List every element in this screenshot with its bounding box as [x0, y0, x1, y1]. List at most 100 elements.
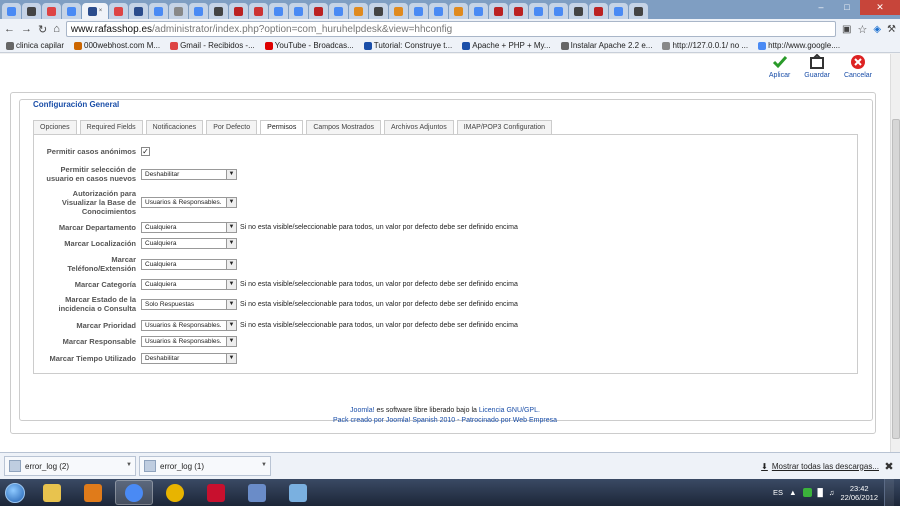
- browser-tab[interactable]: [549, 3, 568, 19]
- browser-tab[interactable]: [249, 3, 268, 19]
- bookmark-item[interactable]: YouTube - Broadcas...: [264, 41, 354, 50]
- browser-tab[interactable]: [209, 3, 228, 19]
- browser-tab[interactable]: [569, 3, 588, 19]
- browser-tab[interactable]: [109, 3, 128, 19]
- anonymous-cases-checkbox[interactable]: ✓: [141, 147, 150, 156]
- cancelar-button[interactable]: Cancelar: [844, 54, 872, 79]
- aplicar-button[interactable]: Aplicar: [769, 54, 790, 79]
- browser-tab[interactable]: [489, 3, 508, 19]
- tab-archivos-adjuntos[interactable]: Archivos Adjuntos: [384, 120, 454, 134]
- browser-tab[interactable]: [609, 3, 628, 19]
- browser-tab[interactable]: [349, 3, 368, 19]
- taskbar-app[interactable]: [74, 480, 112, 505]
- browser-tab[interactable]: [169, 3, 188, 19]
- bookmark-item[interactable]: Tutorial: Construye t...: [363, 41, 452, 50]
- browser-tab[interactable]: [629, 3, 648, 19]
- forward-icon[interactable]: →: [21, 23, 32, 35]
- clock[interactable]: 23:42 22/06/2012: [840, 484, 878, 502]
- minimize-icon[interactable]: –: [808, 0, 834, 15]
- browser-tab[interactable]: [229, 3, 248, 19]
- start-button[interactable]: [0, 479, 30, 506]
- browser-tab[interactable]: [589, 3, 608, 19]
- browser-tab[interactable]: ×: [82, 3, 108, 19]
- bookmark-item[interactable]: Apache + PHP + My...: [462, 41, 551, 50]
- browser-tab[interactable]: [409, 3, 428, 19]
- tab-campos-mostrados[interactable]: Campos Mostrados: [306, 120, 382, 134]
- browser-tab[interactable]: [509, 3, 528, 19]
- close-downloads-icon[interactable]: ✖: [882, 460, 896, 473]
- field-select[interactable]: Deshabilitar ▼: [141, 168, 237, 180]
- browser-tab[interactable]: [269, 3, 288, 19]
- volume-icon[interactable]: ♫: [829, 488, 835, 497]
- field-select[interactable]: Deshabilitar ▼: [141, 353, 237, 364]
- browser-tab[interactable]: [129, 3, 148, 19]
- tab-imap-pop3-configuration[interactable]: IMAP/POP3 Configuration: [456, 120, 553, 134]
- browser-tab[interactable]: [449, 3, 468, 19]
- tab-por-defecto[interactable]: Por Defecto: [206, 120, 258, 134]
- bookmark-item[interactable]: http://www.google....: [758, 41, 840, 50]
- tab-opciones[interactable]: Opciones: [33, 120, 77, 134]
- download-item[interactable]: error_log (1) ▼: [139, 456, 271, 476]
- bookmark-item[interactable]: 000webhost.com M...: [74, 41, 160, 50]
- bookmark-item[interactable]: Gmail - Recibidos -...: [170, 41, 255, 50]
- page-scrollbar[interactable]: [890, 54, 900, 452]
- browser-tab[interactable]: [289, 3, 308, 19]
- bookmark-item[interactable]: clinica capilar: [6, 41, 64, 50]
- reload-icon[interactable]: ↻: [38, 23, 47, 36]
- browser-tab[interactable]: [529, 3, 548, 19]
- joomla-link[interactable]: Joomla!: [350, 407, 375, 414]
- taskbar-app[interactable]: [115, 480, 153, 505]
- browser-tab[interactable]: [42, 3, 61, 19]
- browser-tab[interactable]: [469, 3, 488, 19]
- browser-tab[interactable]: [369, 3, 388, 19]
- taskbar-app[interactable]: [197, 480, 235, 505]
- chevron-down-icon[interactable]: ▼: [126, 462, 132, 468]
- guardar-button[interactable]: Guardar: [804, 54, 830, 79]
- taskbar-app[interactable]: [33, 480, 71, 505]
- tray-app-icon[interactable]: [802, 488, 812, 497]
- language-indicator[interactable]: ES: [773, 488, 783, 497]
- browser-tab[interactable]: [329, 3, 348, 19]
- address-bar[interactable]: www.rafasshop.es/administrator/index.php…: [65, 21, 836, 37]
- show-desktop-button[interactable]: [884, 479, 894, 506]
- browser-tab[interactable]: [309, 3, 328, 19]
- browser-tab[interactable]: [22, 3, 41, 19]
- tab-permisos[interactable]: Permisos: [260, 120, 304, 135]
- download-item[interactable]: error_log (2) ▼: [4, 456, 136, 476]
- field-select[interactable]: Cualquiera ▼: [141, 258, 237, 270]
- bookmark-star-icon[interactable]: ☆: [857, 23, 867, 36]
- tray-arrow-icon[interactable]: ▲: [789, 488, 796, 497]
- back-icon[interactable]: ←: [4, 23, 15, 35]
- browser-tab[interactable]: [62, 3, 81, 19]
- tab-required-fields[interactable]: Required Fields: [79, 120, 143, 134]
- scrollbar-thumb[interactable]: [892, 119, 900, 439]
- maximize-icon[interactable]: □: [834, 0, 860, 15]
- close-window-icon[interactable]: ✕: [860, 0, 900, 15]
- bookmark-item[interactable]: http://127.0.0.1/ no ...: [662, 41, 748, 50]
- page-action-icon[interactable]: ▣: [842, 24, 851, 35]
- taskbar-app[interactable]: [156, 480, 194, 505]
- field-select[interactable]: Usuarios & Responsables. ▼: [141, 320, 237, 331]
- field-select[interactable]: Cualquiera ▼: [141, 279, 237, 290]
- field-select[interactable]: Solo Respuestas ▼: [141, 298, 237, 310]
- browser-tab[interactable]: [2, 3, 21, 19]
- network-signal-icon[interactable]: █: [818, 488, 823, 497]
- license-link[interactable]: Licencia GNU/GPL.: [479, 407, 540, 414]
- bookmark-item[interactable]: Instalar Apache 2.2 e...: [560, 41, 652, 50]
- field-select[interactable]: Cualquiera ▼: [141, 238, 237, 249]
- field-select[interactable]: Usuarios & Responsables. ▼: [141, 197, 237, 208]
- browser-tab[interactable]: [429, 3, 448, 19]
- field-select[interactable]: Cualquiera ▼: [141, 222, 237, 233]
- browser-tab[interactable]: [389, 3, 408, 19]
- show-all-downloads[interactable]: ⬇ Mostrar todas las descargas...: [761, 462, 879, 471]
- wrench-icon[interactable]: ⚒: [887, 24, 896, 35]
- chevron-down-icon[interactable]: ▼: [261, 462, 267, 468]
- close-tab-icon[interactable]: ×: [99, 8, 103, 14]
- home-icon[interactable]: ⌂: [53, 23, 60, 35]
- tab-notificaciones[interactable]: Notificaciones: [145, 120, 204, 134]
- extension-icon[interactable]: ◈: [873, 24, 881, 35]
- field-select[interactable]: Usuarios & Responsables. ▼: [141, 336, 237, 347]
- taskbar-app[interactable]: [238, 480, 276, 505]
- browser-tab[interactable]: [149, 3, 168, 19]
- footer-credit[interactable]: Pack creado por Joomla! Spanish 2010 - P…: [0, 416, 890, 426]
